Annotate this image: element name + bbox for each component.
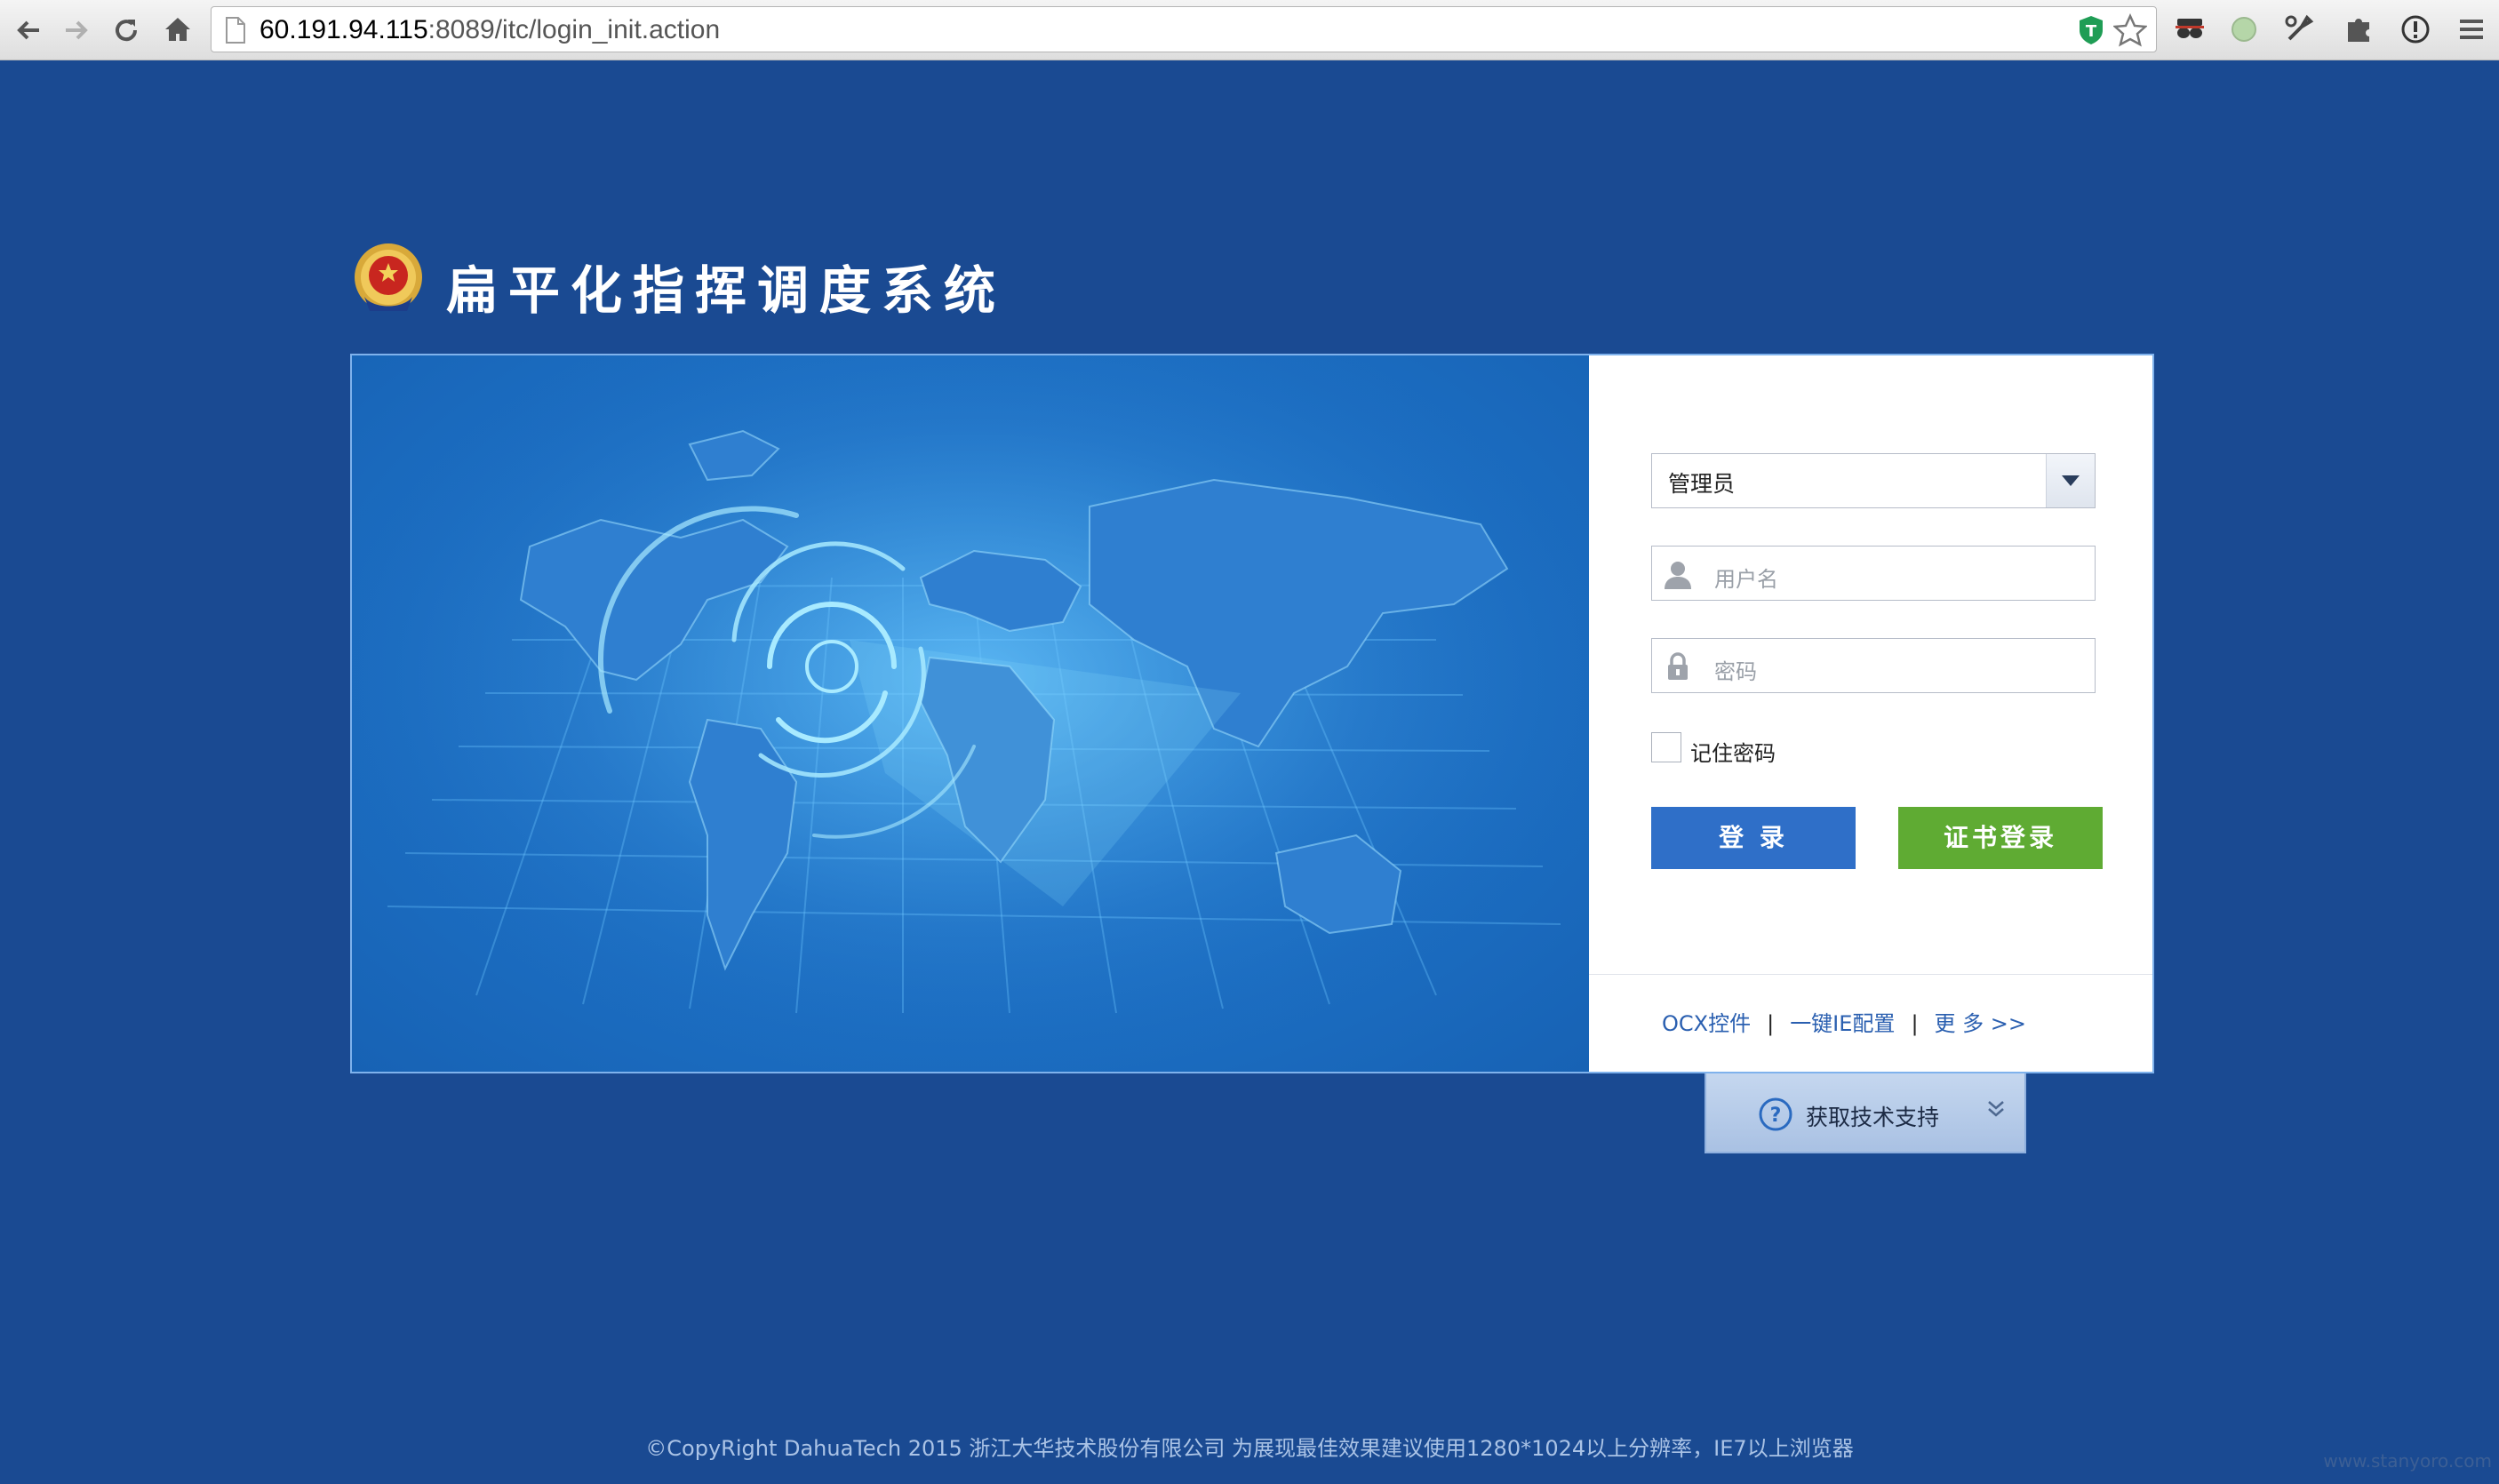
login-form: 管理员 用户名 密码 记住密码 登 录 证书登录 OCX控件 | 一键IE配置 … <box>1589 355 2152 1072</box>
chevron-down-icon <box>2062 475 2080 486</box>
lock-icon <box>1668 652 1688 680</box>
username-placeholder: 用户名 <box>1714 567 1778 592</box>
police-emblem-icon <box>355 243 422 311</box>
world-map-banner <box>352 355 1589 1072</box>
copyright-footer: ©CopyRight DahuaTech 2015 浙江大华技术股份有限公司 为… <box>645 1436 1854 1461</box>
svg-text:T: T <box>2086 22 2097 41</box>
tools-extension-icon[interactable] <box>2282 12 2316 46</box>
remember-password-checkbox[interactable] <box>1651 732 1681 762</box>
divider <box>1589 974 2152 975</box>
ie-config-link[interactable]: 一键IE配置 <box>1790 1006 1895 1037</box>
forward-icon[interactable] <box>60 14 92 46</box>
certificate-login-button[interactable]: 证书登录 <box>1898 807 2103 869</box>
ocx-control-link[interactable]: OCX控件 <box>1662 1006 1751 1037</box>
login-panel: 管理员 用户名 密码 记住密码 登 录 证书登录 OCX控件 | 一键IE配置 … <box>350 354 2154 1073</box>
more-link[interactable]: 更 多 >> <box>1935 1006 2026 1037</box>
back-icon[interactable] <box>12 14 44 46</box>
password-field[interactable]: 密码 <box>1651 638 2096 693</box>
remember-password-label[interactable]: 记住密码 <box>1690 736 1776 767</box>
puzzle-extension-icon[interactable] <box>2343 13 2375 45</box>
extension-shield-icon[interactable]: T <box>2076 14 2106 46</box>
spy-extension-icon[interactable] <box>2172 13 2208 45</box>
world-map-illustration <box>352 355 1589 1072</box>
watermark: www.stanyoro.com <box>2323 1450 2492 1472</box>
url-text: 60.191.94.115:8089/itc/login_init.action <box>259 15 720 45</box>
link-separator: | <box>1911 1011 1919 1036</box>
menu-icon[interactable] <box>2456 14 2487 44</box>
role-select[interactable]: 管理员 <box>1651 453 2096 508</box>
user-icon <box>1665 562 1691 589</box>
status-dot-icon[interactable] <box>2229 14 2259 44</box>
role-select-dropdown-button[interactable] <box>2046 454 2095 507</box>
tech-support-label: 获取技术支持 <box>1806 1105 1940 1130</box>
svg-text:?: ? <box>1770 1105 1782 1127</box>
browser-toolbar: 60.191.94.115:8089/itc/login_init.action… <box>0 0 2499 60</box>
username-field[interactable]: 用户名 <box>1651 546 2096 601</box>
page-title: 扁平化指挥调度系统 <box>446 260 1007 321</box>
home-icon[interactable] <box>162 13 194 45</box>
tech-support-tab[interactable]: ? 获取技术支持 <box>1705 1073 2026 1153</box>
url-host: 60.191.94.115 <box>259 15 428 44</box>
double-chevron-down-icon[interactable] <box>1985 1098 2007 1120</box>
page-icon <box>226 17 245 44</box>
info-extension-icon[interactable] <box>2399 13 2431 45</box>
password-placeholder: 密码 <box>1714 659 1757 684</box>
reload-icon[interactable] <box>110 14 142 46</box>
url-path: :8089/itc/login_init.action <box>427 15 721 44</box>
login-button[interactable]: 登 录 <box>1651 807 1856 869</box>
help-icon: ? <box>1759 1097 1792 1131</box>
bookmark-star-icon[interactable] <box>2113 13 2147 47</box>
address-bar[interactable]: 60.191.94.115:8089/itc/login_init.action… <box>211 6 2157 52</box>
bottom-links: OCX控件 | 一键IE配置 | 更 多 >> <box>1662 1006 2026 1037</box>
role-select-value: 管理员 <box>1668 471 1736 497</box>
link-separator: | <box>1767 1011 1775 1036</box>
